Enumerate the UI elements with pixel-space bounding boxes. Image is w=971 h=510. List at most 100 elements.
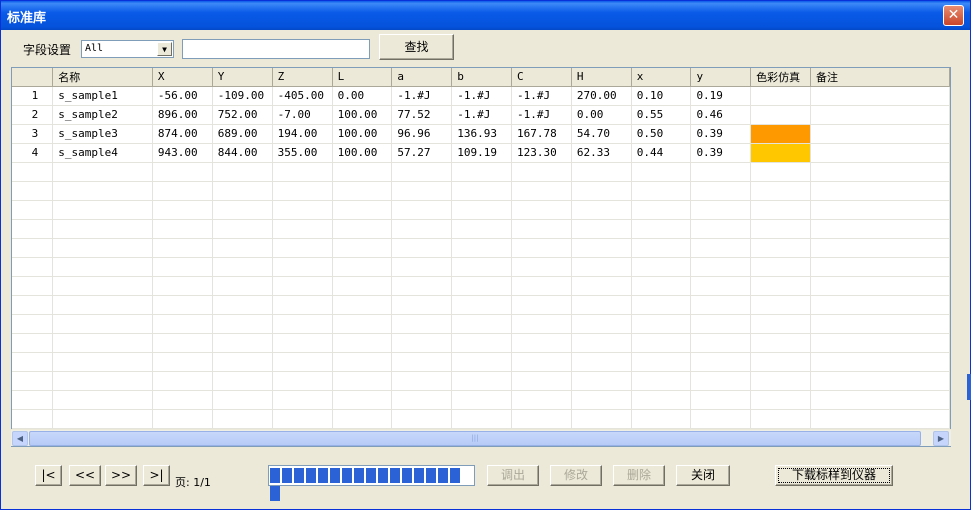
modify-button[interactable]: 修改 xyxy=(550,465,602,486)
first-page-button[interactable]: |< xyxy=(35,465,62,486)
column-header[interactable]: Y xyxy=(212,68,273,87)
progress-segment xyxy=(318,468,328,483)
next-page-button[interactable]: >> xyxy=(105,465,137,486)
close-button[interactable]: 关闭 xyxy=(676,465,730,486)
column-header[interactable]: 色彩仿真 xyxy=(750,68,812,87)
empty-row xyxy=(12,276,950,296)
empty-cell xyxy=(212,371,273,391)
empty-cell xyxy=(451,371,513,391)
empty-cell xyxy=(631,257,692,277)
table-row[interactable]: 1 s_sample1 -56.00 -109.00 -405.00 0.00 -1.#J -… xyxy=(12,86,950,106)
table-row[interactable]: 2 s_sample2 896.00 752.00 -7.00 100.00 77.52 -1… xyxy=(12,105,950,125)
empty-row xyxy=(12,371,950,391)
delete-button[interactable]: 删除 xyxy=(613,465,665,486)
empty-cell xyxy=(451,219,513,239)
empty-cell xyxy=(750,352,812,372)
scroll-left-icon[interactable]: ◀ xyxy=(12,431,28,446)
empty-cell xyxy=(332,162,393,182)
progress-segment xyxy=(270,486,280,501)
empty-cell xyxy=(272,295,333,315)
empty-cell xyxy=(272,371,333,391)
empty-cell xyxy=(511,295,572,315)
table-cell xyxy=(810,124,950,144)
empty-row xyxy=(12,238,950,258)
column-header[interactable]: b xyxy=(451,68,513,87)
empty-row xyxy=(12,295,950,315)
empty-cell xyxy=(690,276,752,296)
empty-cell xyxy=(690,238,752,258)
column-header[interactable]: x xyxy=(631,68,692,87)
table-cell: 123.30 xyxy=(511,143,572,163)
horizontal-scrollbar[interactable]: ◀ ||| ▶ xyxy=(11,429,951,446)
empty-cell xyxy=(52,314,153,334)
empty-cell xyxy=(272,409,333,429)
empty-cell xyxy=(511,181,572,201)
column-header[interactable]: C xyxy=(511,68,572,87)
empty-cell xyxy=(152,314,213,334)
column-header[interactable]: L xyxy=(332,68,393,87)
empty-cell xyxy=(391,295,453,315)
column-header[interactable]: H xyxy=(571,68,632,87)
column-header[interactable]: Z xyxy=(272,68,333,87)
empty-cell xyxy=(12,257,54,277)
empty-cell xyxy=(810,333,950,353)
empty-cell xyxy=(12,200,54,220)
close-window-button[interactable]: ✕ xyxy=(943,5,964,26)
empty-cell xyxy=(391,276,453,296)
table-cell: 1 xyxy=(12,86,54,106)
table-row[interactable]: 3 s_sample3 874.00 689.00 194.00 100.00 96.96 1… xyxy=(12,124,950,144)
column-header[interactable] xyxy=(12,68,54,87)
empty-cell xyxy=(152,257,213,277)
chevron-down-icon[interactable]: ▼ xyxy=(157,42,172,56)
column-header[interactable]: a xyxy=(391,68,453,87)
table-cell: s_sample4 xyxy=(52,143,153,163)
download-to-instrument-button[interactable]: 下载标样到仪器 xyxy=(775,465,893,486)
scrollbar-thumb[interactable]: ||| xyxy=(29,431,921,446)
empty-cell xyxy=(212,352,273,372)
empty-cell xyxy=(52,219,153,239)
empty-cell xyxy=(810,181,950,201)
field-select[interactable]: All ▼ xyxy=(81,40,174,58)
empty-cell xyxy=(451,238,513,258)
scroll-right-icon[interactable]: ▶ xyxy=(933,431,949,446)
empty-cell xyxy=(571,162,632,182)
empty-cell xyxy=(152,181,213,201)
empty-cell xyxy=(810,276,950,296)
empty-cell xyxy=(12,295,54,315)
empty-cell xyxy=(52,257,153,277)
empty-cell xyxy=(52,352,153,372)
empty-row xyxy=(12,314,950,334)
title-bar[interactable]: 标准库 ✕ xyxy=(1,1,970,30)
empty-cell xyxy=(391,333,453,353)
empty-cell xyxy=(511,219,572,239)
prev-page-button[interactable]: << xyxy=(69,465,101,486)
empty-cell xyxy=(631,200,692,220)
empty-cell xyxy=(332,219,393,239)
column-header[interactable]: 名称 xyxy=(52,68,153,87)
empty-cell xyxy=(571,333,632,353)
empty-cell xyxy=(631,238,692,258)
last-page-button[interactable]: >| xyxy=(143,465,170,486)
empty-cell xyxy=(451,295,513,315)
empty-cell xyxy=(810,409,950,429)
table-cell: 0.19 xyxy=(690,86,752,106)
empty-cell xyxy=(750,219,812,239)
empty-cell xyxy=(391,257,453,277)
empty-cell xyxy=(212,181,273,201)
search-input[interactable] xyxy=(182,39,370,59)
standard-table[interactable]: 名称 X Y Z La b C Hx y 色彩仿真 备注 1 s_sample1 -56.00 -109.… xyxy=(11,67,951,447)
empty-cell xyxy=(750,181,812,201)
column-header[interactable]: 备注 xyxy=(810,68,950,87)
empty-cell xyxy=(332,295,393,315)
find-button[interactable]: 查找 xyxy=(379,34,454,60)
table-row[interactable]: 4 s_sample4 943.00 844.00 355.00 100.00 57.27 1… xyxy=(12,143,950,163)
empty-cell xyxy=(332,409,393,429)
table-cell: 270.00 xyxy=(571,86,632,106)
empty-cell xyxy=(451,181,513,201)
column-header[interactable]: X xyxy=(152,68,213,87)
empty-cell xyxy=(391,200,453,220)
empty-cell xyxy=(750,200,812,220)
column-header[interactable]: y xyxy=(690,68,752,87)
empty-row xyxy=(12,409,950,429)
recall-button[interactable]: 调出 xyxy=(487,465,539,486)
